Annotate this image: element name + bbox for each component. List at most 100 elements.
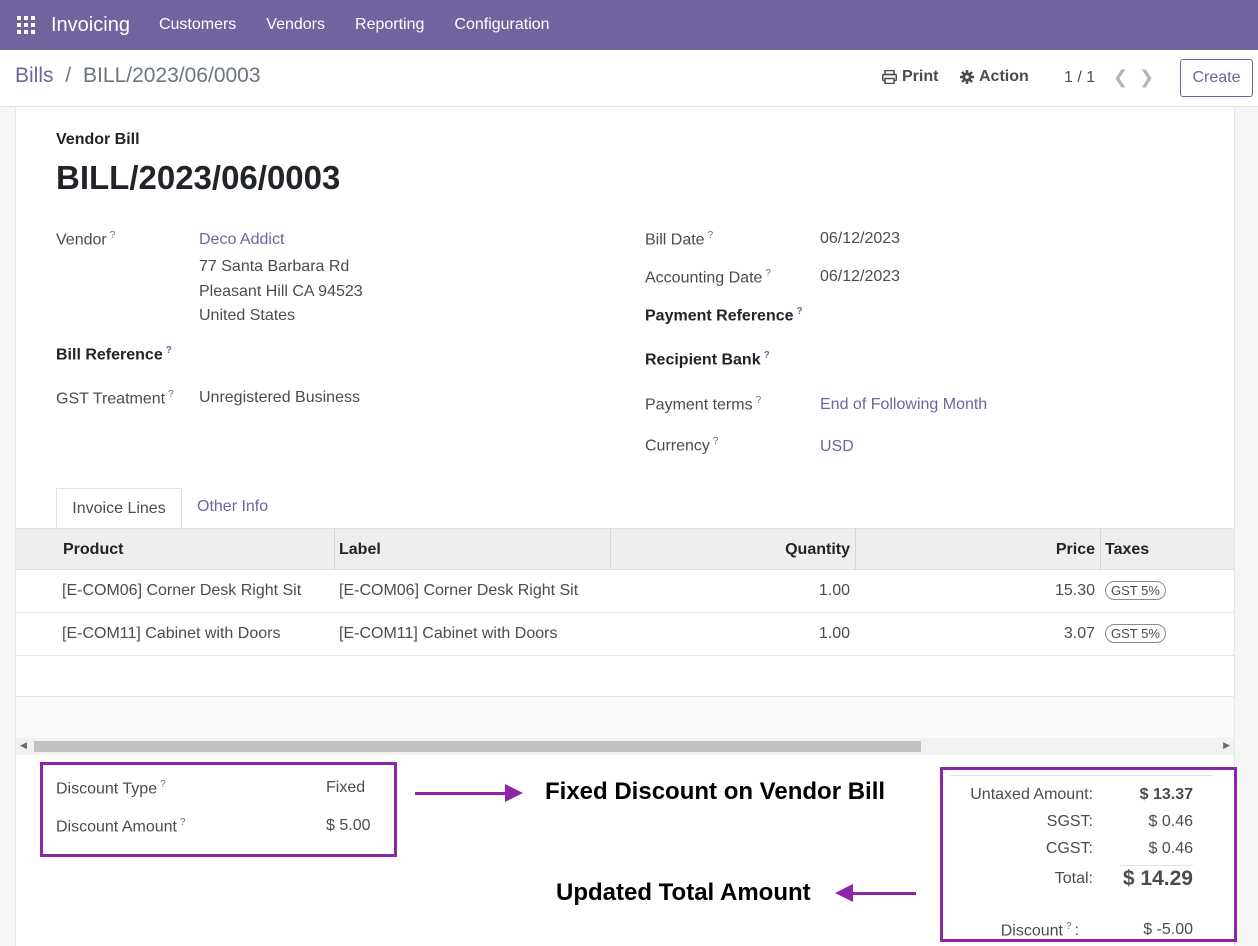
discount-highlight-box: [40, 762, 397, 857]
payment-reference-label: Payment Reference?: [645, 306, 803, 325]
breadcrumb-separator: /: [65, 64, 72, 87]
accounting-date-label: Accounting Date?: [645, 268, 771, 287]
help-icon[interactable]: ?: [797, 306, 803, 317]
help-icon[interactable]: ?: [1066, 921, 1072, 932]
sgst-value: $ 0.46: [1148, 813, 1193, 830]
currency-label-text: Currency: [645, 437, 710, 455]
row-price[interactable]: 3.07: [1064, 625, 1095, 643]
row-product[interactable]: [E-COM11] Cabinet with Doors: [62, 625, 280, 643]
horizontal-scrollbar[interactable]: ◀ ▶: [16, 738, 1234, 755]
tab-invoice-lines[interactable]: Invoice Lines: [56, 488, 182, 529]
breadcrumb-bills[interactable]: Bills: [15, 64, 54, 87]
column-header-label[interactable]: Label: [339, 541, 381, 559]
scroll-right-icon[interactable]: ▶: [1223, 740, 1230, 751]
breadcrumb: Bills / BILL/2023/06/0003: [15, 64, 261, 88]
arrow-left-icon: [835, 884, 853, 902]
bill-date-value[interactable]: 06/12/2023: [820, 230, 900, 248]
print-button[interactable]: Print: [882, 68, 938, 86]
row-price[interactable]: 15.30: [1055, 582, 1095, 600]
payment-terms-link[interactable]: End of Following Month: [820, 396, 987, 414]
table-row[interactable]: [E-COM11] Cabinet with Doors [E-COM11] C…: [16, 613, 1234, 656]
row-quantity[interactable]: 1.00: [819, 582, 850, 600]
recipient-bank-label-text: Recipient Bank: [645, 351, 761, 369]
vendor-address-line3: United States: [199, 307, 296, 324]
nav-item-customers[interactable]: Customers: [144, 16, 251, 34]
recipient-bank-label: Recipient Bank?: [645, 350, 770, 369]
column-header-product[interactable]: Product: [63, 541, 123, 559]
tab-other-info[interactable]: Other Info: [197, 498, 268, 516]
pager-previous-icon[interactable]: ❮: [1113, 67, 1128, 88]
payment-terms-label: Payment terms?: [645, 395, 761, 414]
table-row[interactable]: [E-COM06] Corner Desk Right Sit [E-COM06…: [16, 570, 1234, 613]
printer-icon: [882, 70, 897, 84]
payment-reference-label-text: Payment Reference: [645, 307, 794, 325]
help-icon[interactable]: ?: [168, 389, 174, 400]
row-label[interactable]: [E-COM11] Cabinet with Doors: [339, 625, 557, 643]
gst-treatment-value[interactable]: Unregistered Business: [199, 389, 360, 407]
tax-badge[interactable]: GST 5%: [1105, 624, 1166, 643]
discount-total-value: $ -5.00: [1143, 921, 1193, 938]
apps-grid-icon[interactable]: [17, 16, 35, 34]
discount-type-value[interactable]: Fixed: [326, 779, 365, 797]
sgst-label: SGST:: [1046, 813, 1093, 830]
payment-terms-label-text: Payment terms: [645, 396, 753, 414]
app-name[interactable]: Invoicing: [51, 14, 130, 37]
annotation-arrow-line: [852, 892, 916, 895]
column-header-price[interactable]: Price: [1056, 541, 1095, 559]
help-icon[interactable]: ?: [713, 436, 719, 447]
column-header-taxes[interactable]: Taxes: [1105, 541, 1149, 559]
vendor-label: Vendor?: [56, 230, 115, 249]
help-icon[interactable]: ?: [764, 350, 770, 361]
accounting-date-value[interactable]: 06/12/2023: [820, 268, 900, 286]
annotation-fixed-discount: Fixed Discount on Vendor Bill: [545, 778, 886, 805]
pager-next-icon[interactable]: ❯: [1139, 67, 1154, 88]
action-button[interactable]: Action: [960, 68, 1029, 86]
bill-date-label-text: Bill Date: [645, 231, 705, 249]
page-title: BILL/2023/06/0003: [56, 159, 341, 196]
discount-total-colon: :: [1074, 922, 1079, 940]
vendor-name-link[interactable]: Deco Addict: [199, 231, 284, 249]
scrollbar-thumb[interactable]: [34, 741, 921, 752]
help-icon[interactable]: ?: [765, 268, 771, 279]
discount-amount-value[interactable]: $ 5.00: [326, 817, 370, 835]
cgst-value: $ 0.46: [1148, 840, 1193, 857]
row-product[interactable]: [E-COM06] Corner Desk Right Sit: [62, 582, 301, 600]
breadcrumb-current: BILL/2023/06/0003: [83, 64, 261, 87]
discount-total-label: Discount?:: [950, 921, 1079, 940]
help-icon[interactable]: ?: [180, 817, 186, 828]
help-icon[interactable]: ?: [708, 230, 714, 241]
scroll-left-icon[interactable]: ◀: [20, 740, 27, 751]
top-navbar: Invoicing Customers Vendors Reporting Co…: [0, 0, 1258, 50]
help-icon[interactable]: ?: [110, 230, 116, 241]
totals-divider: [950, 775, 1213, 776]
totals-divider: [1120, 865, 1193, 866]
empty-row[interactable]: [16, 656, 1234, 697]
annotation-arrow-line: [415, 792, 507, 795]
help-icon[interactable]: ?: [160, 779, 166, 790]
row-label[interactable]: [E-COM06] Corner Desk Right Sit: [339, 582, 578, 600]
gst-treatment-label: GST Treatment?: [56, 389, 174, 408]
help-icon[interactable]: ?: [756, 395, 762, 406]
untaxed-amount-label: Untaxed Amount:: [970, 786, 1093, 803]
nav-item-reporting[interactable]: Reporting: [340, 16, 439, 34]
discount-type-label: Discount Type?: [56, 779, 166, 798]
total-value: $ 14.29: [1122, 867, 1193, 890]
gear-icon: [960, 70, 974, 84]
tax-badge[interactable]: GST 5%: [1105, 581, 1166, 600]
create-button[interactable]: Create: [1180, 59, 1253, 97]
discount-amount-label-text: Discount Amount: [56, 818, 177, 836]
form-subtitle: Vendor Bill: [56, 131, 140, 148]
bill-date-label: Bill Date?: [645, 230, 713, 249]
column-divider: [1100, 529, 1101, 571]
row-quantity[interactable]: 1.00: [819, 625, 850, 643]
help-icon[interactable]: ?: [166, 345, 172, 356]
column-divider: [855, 529, 856, 571]
column-header-quantity[interactable]: Quantity: [785, 541, 850, 559]
pager-value[interactable]: 1 / 1: [1064, 69, 1095, 87]
action-label: Action: [979, 68, 1029, 85]
bill-reference-label-text: Bill Reference: [56, 346, 163, 364]
currency-link[interactable]: USD: [820, 438, 854, 456]
column-divider: [334, 529, 335, 571]
nav-item-configuration[interactable]: Configuration: [439, 16, 564, 34]
nav-item-vendors[interactable]: Vendors: [251, 16, 340, 34]
